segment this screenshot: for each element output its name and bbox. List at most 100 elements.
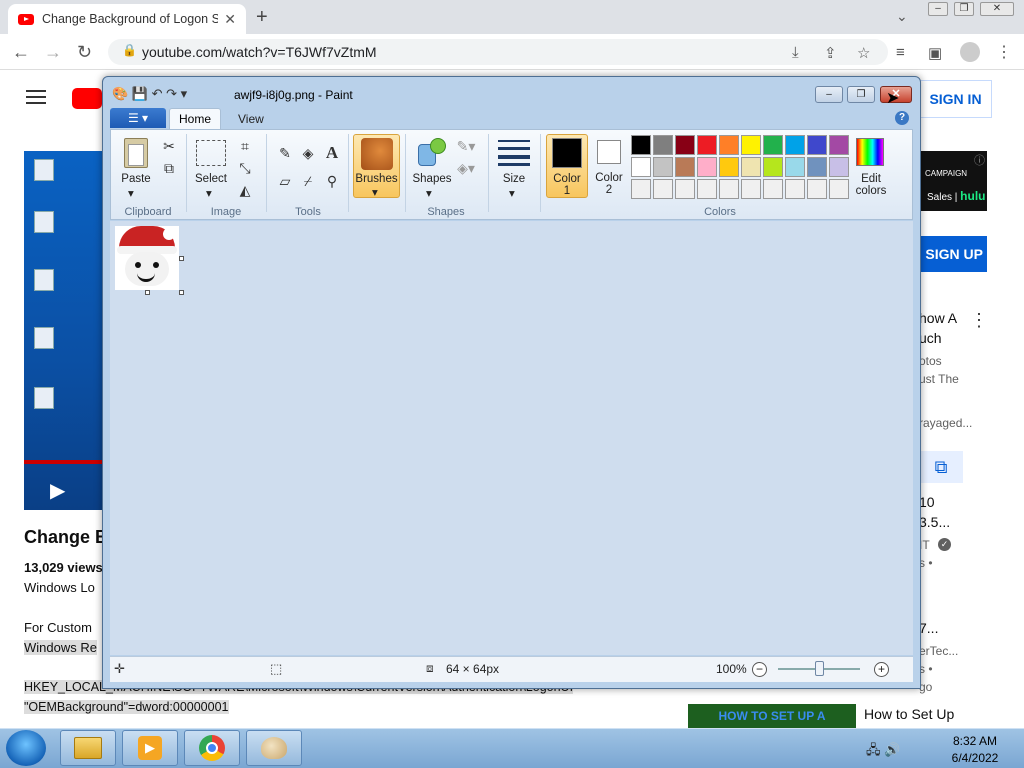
share-icon[interactable]: ⇪ [824, 44, 837, 62]
profile-avatar[interactable] [960, 42, 980, 62]
forward-arrow-icon[interactable]: → [44, 42, 62, 63]
video-player[interactable] [24, 151, 104, 510]
color-swatch[interactable] [653, 157, 673, 177]
related-video-title[interactable]: 3.5... [919, 514, 950, 530]
shapes-button[interactable]: Shapes [410, 173, 454, 185]
video-thumbnail[interactable]: HOW TO SET UP A [688, 704, 856, 728]
zoom-slider-thumb[interactable] [815, 661, 824, 676]
rotate-icon[interactable]: ◭ [235, 180, 255, 200]
related-video-meta[interactable]: ust The [919, 372, 959, 386]
paint-maximize-button[interactable]: ❐ [847, 86, 875, 103]
sign-in-button[interactable]: SIGN IN [919, 80, 992, 118]
related-video-meta[interactable]: rayaged... [919, 416, 972, 430]
sign-up-button[interactable]: SIGN UP [919, 236, 987, 272]
browser-tab[interactable]: Change Background of Logon Sc ✕ [8, 4, 246, 34]
tab-home[interactable]: Home [169, 108, 221, 130]
tab-close-icon[interactable]: ✕ [224, 11, 236, 28]
edit-colors-button[interactable]: Edit colors [856, 138, 886, 198]
fill-icon[interactable]: ◈▾ [456, 158, 476, 178]
color-swatch[interactable] [653, 135, 673, 155]
pencil-icon[interactable]: ✎ [275, 143, 295, 163]
resize-handle[interactable] [145, 290, 150, 295]
taskbar-clock[interactable]: 8:32 AM 6/4/2022 [940, 733, 1010, 767]
close-window-button[interactable]: ✕ [980, 2, 1014, 16]
paint-file-menu-button[interactable]: ☰ ▾ [110, 108, 166, 128]
help-icon[interactable]: ? [895, 111, 909, 125]
taskbar-media-player[interactable]: ▶ [122, 730, 178, 766]
select-dropdown-icon[interactable]: ▾ [206, 186, 212, 200]
resize-icon[interactable]: ⤡ [235, 158, 255, 178]
quick-access-toolbar[interactable]: 🎨 💾 ↶ ↷ ▾ [112, 86, 187, 102]
color-swatch[interactable] [631, 179, 651, 199]
color-picker-icon[interactable]: ⌿ [298, 171, 318, 191]
magnifier-icon[interactable]: ⚲ [322, 171, 342, 191]
tab-view[interactable]: View [230, 110, 272, 128]
media-queue-icon[interactable]: ≡ [896, 44, 905, 61]
related-video-meta[interactable]: s • [919, 556, 933, 570]
select-button[interactable]: Select [192, 173, 230, 185]
related-video-title[interactable]: 10 [919, 494, 935, 510]
related-video-title[interactable]: 7... [919, 620, 938, 636]
color-swatch[interactable] [807, 157, 827, 177]
new-tab-button[interactable]: + [256, 6, 268, 29]
color-swatch[interactable] [697, 179, 717, 199]
color-swatch[interactable] [829, 157, 849, 177]
brushes-button[interactable]: Brushes ▾ [353, 134, 400, 199]
size-icon[interactable] [498, 138, 530, 166]
resize-handle[interactable] [179, 256, 184, 261]
color-swatch[interactable] [653, 179, 673, 199]
color-swatch[interactable] [719, 157, 739, 177]
color-swatch[interactable] [807, 179, 827, 199]
color-swatch[interactable] [763, 135, 783, 155]
color-swatch[interactable] [697, 157, 717, 177]
outline-icon[interactable]: ✎▾ [456, 136, 476, 156]
shapes-dropdown-icon[interactable]: ▾ [426, 186, 432, 200]
copy-icon[interactable]: ⧉ [159, 158, 179, 178]
bookmark-star-icon[interactable]: ☆ [857, 44, 870, 62]
paste-icon[interactable] [118, 136, 154, 172]
taskbar-explorer[interactable] [60, 730, 116, 766]
text-tool-icon[interactable]: A [322, 143, 342, 163]
minimize-window-button[interactable]: – [928, 2, 948, 16]
color-swatch[interactable] [807, 135, 827, 155]
play-icon[interactable]: ▶ [50, 478, 65, 503]
related-video-title[interactable]: uch [919, 330, 942, 346]
color-swatch[interactable] [675, 135, 695, 155]
color-swatch[interactable] [763, 179, 783, 199]
color-swatch[interactable] [631, 157, 651, 177]
color-swatch[interactable] [829, 135, 849, 155]
chrome-menu-icon[interactable]: ⋮ [996, 42, 1012, 62]
color-swatch[interactable] [697, 135, 717, 155]
related-video-meta[interactable]: go [919, 680, 932, 694]
color-palette[interactable] [631, 135, 849, 199]
image-canvas[interactable] [115, 226, 179, 290]
color-swatch[interactable] [785, 135, 805, 155]
more-options-icon[interactable]: ⋮ [970, 310, 988, 331]
menu-hamburger-icon[interactable] [26, 90, 46, 104]
color-swatch[interactable] [763, 157, 783, 177]
side-panel-icon[interactable]: ▣ [928, 44, 942, 62]
video-progress-bar[interactable] [24, 460, 104, 464]
size-button[interactable]: Size [498, 173, 530, 185]
eraser-icon[interactable]: ▱ [275, 171, 295, 191]
fill-bucket-icon[interactable]: ◈ [298, 143, 318, 163]
url-text[interactable]: youtube.com/watch?v=T6JWf7vZtmM [142, 44, 377, 60]
reload-icon[interactable]: ↻ [77, 42, 92, 63]
system-tray-icons[interactable]: 🖧 🔊 [866, 741, 900, 763]
youtube-logo-icon[interactable] [72, 88, 102, 109]
select-icon[interactable] [196, 140, 226, 166]
back-arrow-icon[interactable]: ← [12, 42, 30, 63]
cut-icon[interactable]: ✂ [159, 136, 179, 156]
crop-icon[interactable]: ⌗ [235, 136, 255, 156]
taskbar-paint[interactable] [246, 730, 302, 766]
start-button[interactable] [6, 730, 46, 766]
color-1-button[interactable]: Color 1 [546, 134, 588, 198]
external-link-icon[interactable]: ⧉ [919, 451, 963, 483]
restore-window-button[interactable]: ❐ [954, 2, 974, 16]
color-swatch[interactable] [741, 135, 761, 155]
related-video-title[interactable]: How to Set Up [864, 706, 954, 722]
tab-search-chevron-icon[interactable]: ⌄ [896, 8, 908, 25]
shapes-icon[interactable] [418, 138, 448, 168]
canvas-area[interactable] [110, 221, 913, 655]
color-swatch[interactable] [785, 179, 805, 199]
